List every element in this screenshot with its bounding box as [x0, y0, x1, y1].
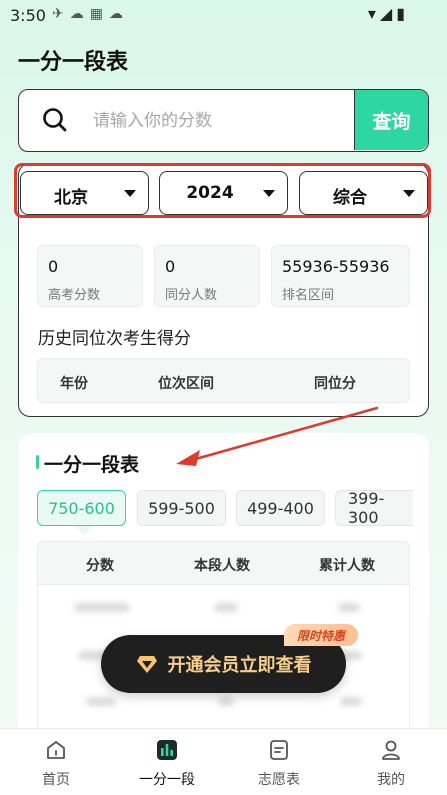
range-tab-399-300[interactable]: 399-300	[335, 490, 413, 526]
grid-icon: ▦	[89, 6, 109, 22]
column-header: 累计人数	[319, 558, 375, 574]
nav-item-profile[interactable]: 我的	[346, 729, 436, 795]
promo-badge: 限时特惠	[284, 624, 358, 646]
nav-item-application-form[interactable]: 志愿表	[234, 729, 324, 795]
user-icon	[382, 740, 400, 760]
history-title: 历史同位次考生得分	[38, 329, 191, 349]
search-button[interactable]: 查询	[354, 90, 428, 150]
column-header: 年份	[60, 376, 88, 392]
score-table-header: 分数 本段人数 累计人数	[37, 541, 410, 585]
battery-icon: ▮	[396, 4, 409, 23]
chart-icon	[157, 740, 177, 760]
nav-item-home[interactable]: 首页	[11, 729, 101, 795]
range-tab-499-400[interactable]: 499-400	[236, 490, 325, 526]
status-bar: 3:50 ✈☁▦☁ ▾◢▮	[0, 0, 447, 32]
stat-value: 0	[48, 257, 59, 276]
system-icons: ▾◢▮	[368, 4, 409, 23]
column-header: 位次区间	[158, 376, 214, 392]
nav-label: 我的	[377, 772, 405, 788]
subject-label: 综合	[333, 188, 367, 208]
wifi-icon: ▾	[367, 4, 380, 23]
blurred-cell	[214, 603, 238, 612]
stat-value: 55936-55936	[282, 257, 390, 276]
range-tab-750-600[interactable]: 750-600	[37, 490, 126, 526]
column-header: 本段人数	[194, 558, 250, 574]
active-tab-pointer	[75, 526, 93, 535]
blurred-cell	[74, 603, 130, 612]
caret-down-icon	[263, 190, 275, 197]
nav-label: 首页	[42, 772, 70, 788]
notification-icons: ✈☁▦☁	[52, 6, 129, 22]
bottom-nav: 首页 一分一段 志愿表 我的	[0, 728, 447, 795]
stat-value: 0	[165, 257, 176, 276]
stat-rank-range: 55936-55936 排名区间	[271, 245, 410, 307]
stat-label: 同分人数	[165, 288, 218, 303]
filter-row: 北京 2024 综合	[20, 171, 429, 215]
cloud-icon: ☁	[69, 6, 90, 22]
nav-item-score-table[interactable]: 一分一段	[122, 729, 212, 795]
province-select[interactable]: 北京	[20, 171, 149, 215]
nav-label: 一分一段	[139, 772, 195, 788]
column-header: 同位分	[314, 376, 356, 392]
signal-icon: ◢	[379, 4, 397, 23]
cloud-icon: ☁	[108, 6, 129, 22]
vip-button-label: 开通会员立即查看	[167, 655, 312, 675]
blurred-cell	[338, 603, 360, 612]
province-label: 北京	[54, 188, 88, 208]
blurred-cell	[340, 697, 362, 706]
blurred-cell	[218, 697, 234, 706]
nav-label: 志愿表	[258, 772, 300, 788]
bird-icon: ✈	[52, 6, 70, 22]
page-title: 一分一段表	[18, 50, 129, 75]
score-search-input[interactable]	[93, 102, 343, 140]
history-table-header: 年份 位次区间 同位分	[37, 358, 410, 403]
section-title: 一分一段表	[44, 454, 140, 476]
caret-down-icon	[403, 190, 415, 197]
status-time: 3:50	[10, 6, 46, 25]
form-icon	[270, 740, 288, 760]
section-accent-bar	[36, 455, 39, 469]
subject-select[interactable]: 综合	[299, 171, 428, 215]
table-row	[38, 595, 411, 619]
annotation-arrow	[176, 406, 379, 466]
blurred-cell	[86, 697, 116, 706]
stat-exam-score: 0 高考分数	[37, 245, 143, 307]
column-header: 分数	[86, 558, 114, 574]
year-select[interactable]: 2024	[159, 171, 288, 215]
search-bar: 查询	[18, 89, 429, 152]
search-icon	[43, 108, 67, 132]
stat-label: 排名区间	[282, 288, 335, 303]
range-tab-599-500[interactable]: 599-500	[137, 490, 226, 526]
caret-down-icon	[124, 190, 136, 197]
stat-same-score-count: 0 同分人数	[154, 245, 260, 307]
home-icon	[47, 741, 65, 759]
stat-label: 高考分数	[48, 288, 101, 303]
year-label: 2024	[186, 183, 234, 203]
diamond-icon	[136, 656, 157, 673]
